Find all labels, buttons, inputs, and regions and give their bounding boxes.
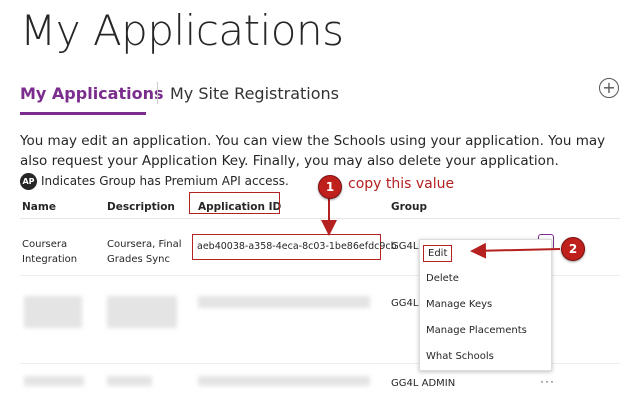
annotation-arrows — [321, 196, 561, 259]
arrow-to-edit — [470, 242, 561, 259]
step-1-badge: 1 — [318, 175, 342, 199]
step-1-instruction: copy this value — [348, 176, 455, 192]
step-2-badge: 2 — [561, 237, 585, 261]
